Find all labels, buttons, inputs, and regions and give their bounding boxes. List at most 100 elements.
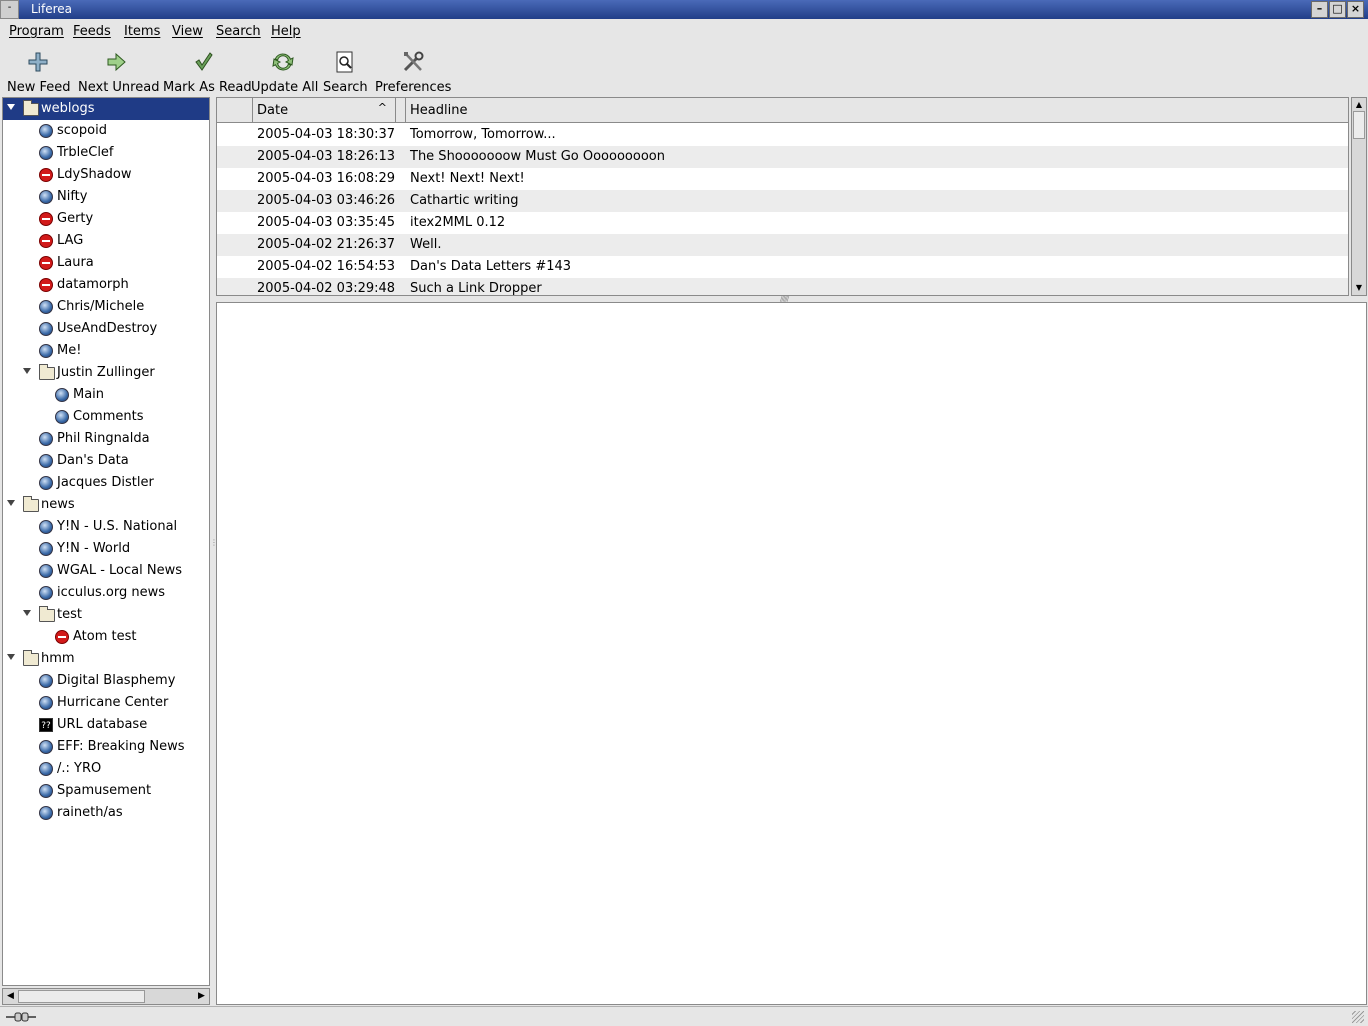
tree-folder[interactable]: Justin Zullinger	[3, 362, 209, 384]
title-bar: - Liferea – □ ×	[0, 0, 1368, 19]
tree-feed-item[interactable]: Atom test	[3, 626, 209, 648]
tree-item-label: Me!	[57, 343, 82, 358]
tree-feed-item[interactable]: Y!N - World	[3, 538, 209, 560]
expander-arrow-icon[interactable]	[7, 500, 15, 506]
tree-feed-item[interactable]: Phil Ringnalda	[3, 428, 209, 450]
feed-tree[interactable]: weblogs scopoid TrbleClef LdyShadow Nifty Ger…	[2, 97, 210, 986]
tree-feed-item[interactable]: Hurricane Center	[3, 692, 209, 714]
tree-feed-item[interactable]: Comments	[3, 406, 209, 428]
update-all-button[interactable]: Update All	[251, 50, 318, 95]
tree-item-label: Phil Ringnalda	[57, 431, 150, 446]
tree-folder[interactable]: weblogs	[3, 98, 209, 120]
tree-feed-item[interactable]: raineth/as	[3, 802, 209, 824]
scroll-up-arrow-icon[interactable]: ▲	[1352, 98, 1366, 112]
item-row[interactable]: 2005-04-02 16:54:53 Dan's Data Letters #1…	[217, 256, 1348, 278]
tree-feed-item[interactable]: icculus.org news	[3, 582, 209, 604]
tree-feed-item[interactable]: UseAndDestroy	[3, 318, 209, 340]
tree-feed-item[interactable]: Nifty	[3, 186, 209, 208]
next-unread-button[interactable]: Next Unread	[78, 50, 159, 95]
feed-tree-horizontal-scrollbar[interactable]: ◀ ▶	[2, 988, 210, 1005]
tree-feed-item[interactable]: LAG	[3, 230, 209, 252]
tree-feed-item[interactable]: datamorph	[3, 274, 209, 296]
search-button[interactable]: Search	[323, 50, 368, 95]
menu-bar: Program Feeds Items View Search Help	[0, 20, 1368, 44]
tree-feed-item[interactable]: Digital Blasphemy	[3, 670, 209, 692]
tree-feed-item[interactable]: Chris/Michele	[3, 296, 209, 318]
maximize-button[interactable]: □	[1329, 1, 1346, 18]
item-content-view[interactable]	[216, 302, 1367, 1005]
scroll-left-arrow-icon[interactable]: ◀	[3, 989, 18, 1004]
scroll-down-arrow-icon[interactable]: ▼	[1352, 281, 1366, 295]
tree-folder[interactable]: hmm	[3, 648, 209, 670]
window-resize-grip[interactable]	[1352, 1011, 1364, 1023]
menu-feeds[interactable]: Feeds	[73, 24, 111, 39]
tree-feed-item[interactable]: Main	[3, 384, 209, 406]
item-list-vertical-scrollbar[interactable]: ▲ ▼	[1351, 97, 1367, 296]
tree-feed-item[interactable]: EFF: Breaking News	[3, 736, 209, 758]
tree-feed-item[interactable]: scopoid	[3, 120, 209, 142]
column-header-headline[interactable]: Headline	[406, 98, 1348, 123]
tree-feed-item[interactable]: LdyShadow	[3, 164, 209, 186]
tree-feed-item[interactable]: Gerty	[3, 208, 209, 230]
preferences-button[interactable]: Preferences	[375, 50, 451, 95]
tree-feed-item[interactable]: WGAL - Local News	[3, 560, 209, 582]
scroll-right-arrow-icon[interactable]: ▶	[194, 989, 209, 1004]
new-feed-button[interactable]: New Feed	[7, 50, 71, 95]
tree-item-label: Jacques Distler	[57, 475, 154, 490]
tree-feed-item[interactable]: ?? URL database	[3, 714, 209, 736]
expander-arrow-icon[interactable]	[7, 654, 15, 660]
minimize-button[interactable]: –	[1311, 1, 1328, 18]
menu-program[interactable]: Program	[9, 24, 64, 39]
tree-item-label: news	[41, 497, 75, 512]
expander-arrow-icon[interactable]	[7, 104, 15, 110]
folder-icon	[23, 496, 39, 512]
tree-feed-item[interactable]: Jacques Distler	[3, 472, 209, 494]
search-icon	[336, 51, 353, 73]
feed-error-icon	[39, 234, 53, 248]
tree-feed-item[interactable]: /.: YRO	[3, 758, 209, 780]
item-row[interactable]: 2005-04-03 03:46:26 Cathartic writing	[217, 190, 1348, 212]
item-row[interactable]: 2005-04-03 03:35:45 itex2MML 0.12	[217, 212, 1348, 234]
expander-arrow-icon[interactable]	[23, 368, 31, 374]
tree-item-label: scopoid	[57, 123, 107, 138]
item-row[interactable]: 2005-04-03 18:26:13 The Shooooooow Must G…	[217, 146, 1348, 168]
column-header-date[interactable]: Date ^	[253, 98, 396, 123]
menu-items[interactable]: Items	[124, 24, 160, 39]
item-row[interactable]: 2005-04-03 18:30:37 Tomorrow, Tomorrow...	[217, 124, 1348, 146]
item-headline: Cathartic writing	[410, 193, 519, 208]
tree-feed-item[interactable]: Dan's Data	[3, 450, 209, 472]
scrollbar-thumb[interactable]	[18, 990, 145, 1003]
tree-folder[interactable]: test	[3, 604, 209, 626]
mark-as-read-button[interactable]: Mark As Read	[163, 50, 252, 95]
tree-feed-item[interactable]: Y!N - U.S. National	[3, 516, 209, 538]
tree-item-label: test	[57, 607, 82, 622]
pane-divider-handle[interactable]: ⋮	[210, 538, 218, 568]
close-button[interactable]: ×	[1347, 1, 1364, 18]
tree-feed-item[interactable]: Me!	[3, 340, 209, 362]
tree-feed-item[interactable]: TrbleClef	[3, 142, 209, 164]
item-date: 2005-04-03 03:46:26	[257, 193, 396, 208]
expander-arrow-icon[interactable]	[23, 610, 31, 616]
menu-search[interactable]: Search	[216, 24, 261, 39]
column-header-status[interactable]	[217, 98, 253, 123]
online-status-icon[interactable]	[6, 1011, 36, 1023]
tree-folder[interactable]: news	[3, 494, 209, 516]
item-date: 2005-04-03 18:26:13	[257, 149, 396, 164]
tree-feed-item[interactable]: Laura	[3, 252, 209, 274]
refresh-icon	[272, 53, 294, 71]
item-list[interactable]: Date ^ Headline 2005-04-03 18:30:37 Tomor…	[216, 97, 1349, 296]
item-row[interactable]: 2005-04-03 16:08:29 Next! Next! Next!	[217, 168, 1348, 190]
menu-help[interactable]: Help	[271, 24, 301, 39]
checkmark-icon	[195, 52, 213, 71]
item-headline: Dan's Data Letters #143	[410, 259, 572, 274]
item-row[interactable]: 2005-04-02 03:29:48 Such a Link Dropper	[217, 278, 1348, 295]
item-row[interactable]: 2005-04-02 21:26:37 Well.	[217, 234, 1348, 256]
menu-view[interactable]: View	[172, 24, 203, 39]
tree-feed-item[interactable]: Spamusement	[3, 780, 209, 802]
column-separator[interactable]	[396, 98, 406, 123]
feed-globe-icon	[39, 806, 53, 820]
feed-globe-icon	[39, 454, 53, 468]
window-menu-button[interactable]: -	[0, 0, 19, 19]
item-date: 2005-04-02 21:26:37	[257, 237, 396, 252]
scrollbar-thumb[interactable]	[1353, 111, 1365, 139]
